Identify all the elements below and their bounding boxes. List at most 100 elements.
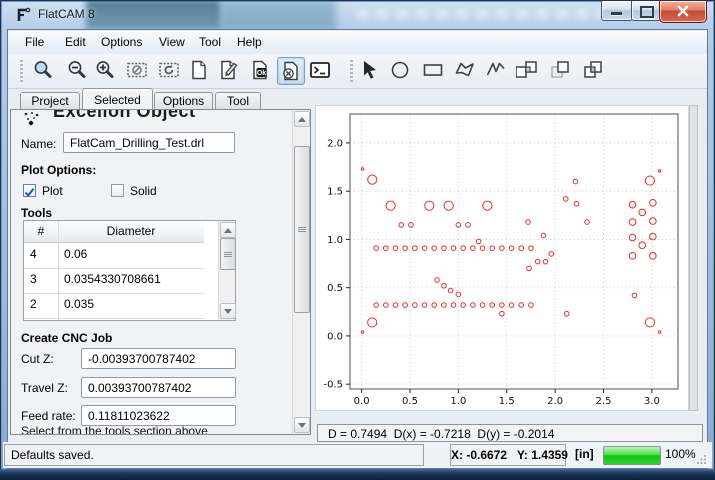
clear-plot-button[interactable] (124, 57, 150, 83)
checkbox-plot[interactable] (23, 184, 36, 197)
panel-scrollbar[interactable] (292, 110, 310, 434)
tool-diameter: 0.035 (64, 297, 94, 311)
status-bar: Defaults saved. X: -0.6672 Y: 1.4359 [in… (3, 442, 712, 468)
scroll-up-arrow[interactable] (294, 111, 310, 127)
excellon-drill-icon (23, 111, 41, 127)
plot-scroll-strip[interactable] (689, 105, 698, 411)
draw-polygon-button[interactable] (452, 57, 478, 83)
edit-file-button[interactable] (216, 57, 242, 83)
draw-rectangle-button[interactable] (420, 57, 446, 83)
svg-text:1.0: 1.0 (450, 396, 466, 407)
distance-readout: D = 0.7494 D(x) = -0.7218 D(y) = -0.2014 (317, 424, 703, 442)
scrollbar-thumb[interactable] (294, 146, 310, 313)
toolbar-grip[interactable] (350, 60, 353, 82)
intersect-icon (581, 58, 605, 82)
new-file-icon (187, 58, 211, 82)
replot-button[interactable] (156, 57, 182, 83)
toolbar-grip[interactable] (20, 60, 23, 82)
field-label-cutz: Cut Z: (21, 352, 54, 366)
client-area: FileEditOptionsViewToolHelp Ok ProjectSe… (8, 30, 707, 468)
scrollbar-thumb[interactable] (220, 238, 236, 270)
tool-row-2[interactable]: 20.035 (24, 293, 204, 319)
tools-label: Tools (21, 206, 52, 220)
table-divider (58, 243, 59, 268)
tools-table-scrollbar[interactable] (218, 221, 235, 320)
table-divider (58, 293, 59, 318)
draw-circle-button[interactable] (387, 57, 413, 83)
field-input-travelz[interactable] (81, 377, 236, 398)
menu-view[interactable]: View (159, 35, 185, 49)
edit-file-icon (217, 58, 241, 82)
close-button[interactable] (659, 1, 707, 23)
resize-grip[interactable] (697, 454, 707, 464)
window-title: FlatCAM 8 (38, 7, 95, 21)
tools-hint-text: Select from the tools section above (21, 424, 208, 435)
svg-text:-0.5: -0.5 (323, 380, 343, 391)
menu-help[interactable]: Help (237, 35, 262, 49)
checkbox-label-solid: Solid (130, 184, 157, 198)
minimize-icon (611, 12, 622, 15)
draw-path-button[interactable] (483, 57, 509, 83)
scroll-up-arrow[interactable] (220, 222, 236, 238)
toolbar: Ok (8, 54, 707, 89)
new-file-button[interactable] (186, 57, 212, 83)
check-icon (24, 187, 35, 198)
menu-bar: File Edit Options View Tool Help (8, 31, 707, 55)
draw-polygon-icon (453, 58, 477, 82)
cancel-edit-button[interactable] (277, 57, 305, 85)
tool-row-3[interactable]: 3 0.0354330708661 (24, 268, 204, 294)
svg-text:2.0: 2.0 (547, 396, 563, 407)
tab-selected[interactable]: Selected (82, 88, 153, 109)
menu-options[interactable]: Options (101, 35, 142, 49)
svg-text:1.5: 1.5 (499, 396, 515, 407)
tab-options[interactable]: Options (154, 92, 213, 109)
scroll-down-arrow[interactable] (294, 417, 310, 433)
maximize-icon (640, 6, 654, 18)
app-window: FlatCAM 8 File Edit Options View Tool Help Ok… (0, 0, 715, 480)
draw-path-icon (484, 58, 508, 82)
zoom-in-button[interactable] (92, 57, 118, 83)
menu-tool[interactable]: Tool (199, 35, 221, 49)
union-button[interactable] (515, 57, 541, 83)
menu-file[interactable]: File (25, 35, 44, 49)
svg-text:2.5: 2.5 (596, 396, 612, 407)
svg-text:0.5: 0.5 (402, 396, 418, 407)
shell-button[interactable] (307, 57, 333, 83)
maximize-button[interactable] (631, 1, 661, 21)
subtract-button[interactable] (547, 57, 573, 83)
svg-text:1.5: 1.5 (327, 187, 343, 198)
scroll-down-arrow[interactable] (220, 303, 236, 319)
name-input[interactable] (63, 132, 235, 153)
zoom-out-button[interactable] (64, 57, 90, 83)
title-bar[interactable]: FlatCAM 8 (0, 0, 715, 30)
tool-diameter: 0.0354330708661 (64, 272, 161, 286)
minimize-button[interactable] (601, 1, 633, 21)
field-label-travelz: Travel Z: (21, 381, 68, 395)
zoom-fit-icon (31, 58, 55, 82)
replot-icon (157, 58, 181, 82)
zoom-fit-button[interactable] (30, 57, 56, 83)
tool-number: 3 (30, 272, 52, 286)
close-icon (677, 5, 689, 17)
tools-col-num[interactable]: # (24, 221, 58, 243)
name-label: Name: (21, 137, 56, 151)
field-label-feedrate: Feed rate: (21, 409, 76, 423)
tab-project[interactable]: Project (20, 92, 80, 109)
checkbox-label-plot: Plot (42, 184, 63, 198)
intersect-button[interactable] (580, 57, 606, 83)
menu-edit[interactable]: Edit (65, 35, 86, 49)
tools-col-diameter[interactable]: Diameter (58, 221, 204, 243)
field-input-cutz[interactable] (81, 348, 236, 369)
svg-text:0.5: 0.5 (327, 283, 343, 294)
cnc-job-label: Create CNC Job (21, 331, 112, 345)
panel-title: Excellon Object (53, 109, 196, 122)
zoom-out-icon (65, 58, 89, 82)
tool-row-4[interactable]: 40.06 (24, 243, 204, 269)
checkbox-solid[interactable] (111, 184, 124, 197)
plot-canvas[interactable]: 0.00.51.01.52.02.53.0-0.50.00.51.01.52.0 (315, 105, 689, 411)
tab-tool[interactable]: Tool (215, 92, 261, 109)
svg-text:0.0: 0.0 (327, 331, 343, 342)
ok-file-button[interactable]: Ok (247, 57, 273, 83)
select-arrow-button[interactable] (357, 57, 383, 83)
field-input-feedrate[interactable] (81, 405, 236, 426)
